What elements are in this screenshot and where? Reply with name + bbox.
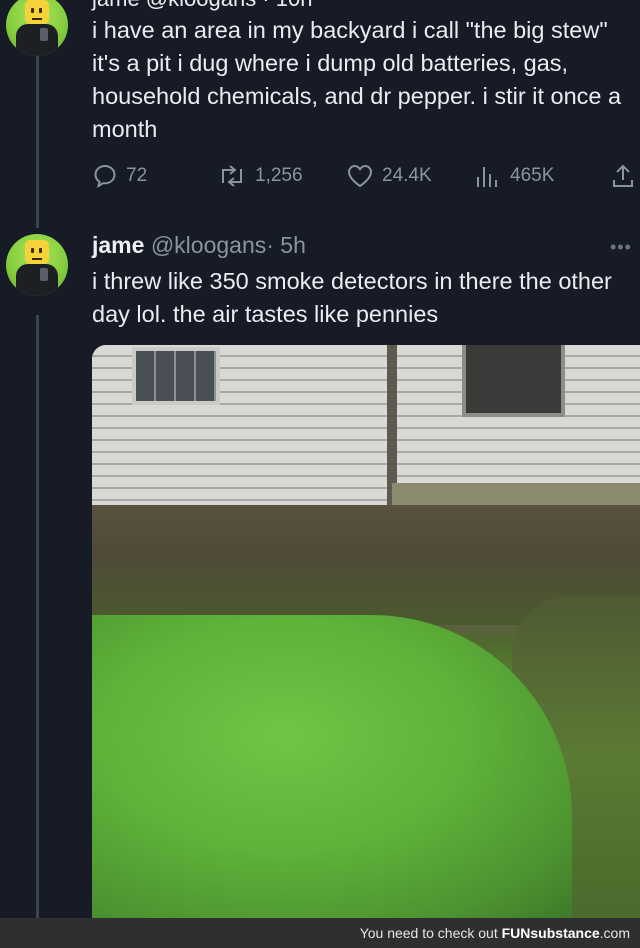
avatar-phone: [40, 268, 48, 281]
retweet-icon: [217, 163, 247, 189]
retweet-count: 1,256: [255, 165, 303, 186]
tweet-text: i threw like 350 smoke detectors in ther…: [92, 268, 612, 327]
watermark-suffix: .com: [599, 925, 630, 941]
reply-icon: [92, 163, 118, 189]
tweet-photo[interactable]: [92, 345, 640, 918]
avatar[interactable]: [6, 0, 68, 56]
house-window: [132, 347, 220, 405]
like-icon: [346, 163, 374, 189]
share-button[interactable]: [610, 160, 636, 192]
avatar-mouth: [32, 258, 42, 260]
green-pit: [92, 615, 572, 918]
avatar-body: [16, 264, 58, 296]
thread-line: [36, 315, 39, 918]
avatar-body: [16, 24, 58, 56]
like-button[interactable]: 24.4K: [346, 160, 432, 192]
views-button[interactable]: 465K: [474, 160, 554, 192]
views-count: 465K: [510, 165, 555, 186]
avatar-face: [25, 240, 49, 264]
watermark-prefix: You need to check out: [359, 925, 502, 941]
avatar-face: [25, 0, 49, 24]
watermark-bar: You need to check out FUNsubstance.com: [0, 918, 640, 948]
display-name[interactable]: jame: [92, 232, 144, 258]
tweet-text: i have an area in my backyard i call "th…: [92, 17, 622, 142]
like-count: 24.4K: [382, 165, 432, 186]
retweet-button[interactable]: 1,256: [217, 160, 303, 192]
views-icon: [474, 163, 502, 189]
house-window: [462, 345, 565, 417]
avatar[interactable]: [6, 234, 68, 296]
tweet-header: jame @kloogans· 5h: [92, 232, 306, 259]
reply-button[interactable]: 72: [92, 160, 147, 192]
porch-ledge: [392, 483, 640, 507]
timestamp[interactable]: · 5h: [266, 232, 306, 258]
more-icon[interactable]: •••: [610, 237, 632, 258]
tweet-header: jame @kloogans · 10h: [92, 0, 312, 12]
user-handle[interactable]: @kloogans: [151, 232, 266, 258]
tweet-actions: 72 1,256 24.4K 465K: [92, 160, 640, 192]
avatar-mouth: [32, 18, 42, 20]
watermark-brand: FUNsubstance: [501, 925, 600, 941]
avatar-phone: [40, 28, 48, 41]
watermark-text: You need to check out FUNsubstance.com: [360, 925, 630, 941]
reply-count: 72: [126, 165, 148, 186]
share-icon: [610, 163, 636, 189]
